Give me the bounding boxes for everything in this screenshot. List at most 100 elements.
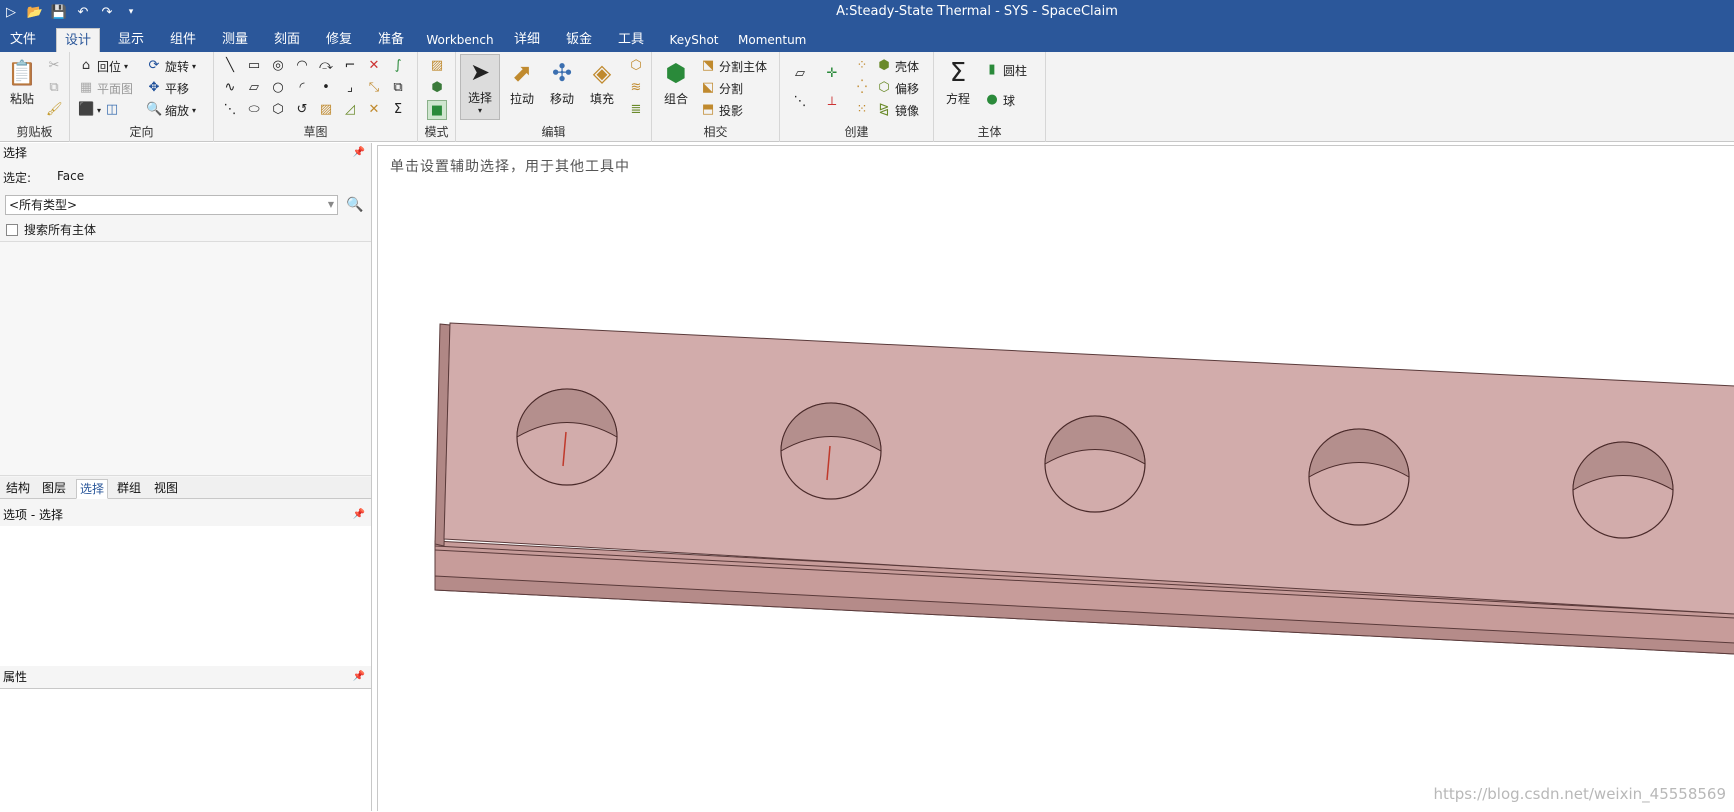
copy-icon[interactable]: ⧉ [46, 80, 62, 96]
pull-tool-button[interactable]: ⬈ 拉动 [502, 56, 542, 107]
circle-icon[interactable]: ◎ [268, 56, 288, 76]
tab-display[interactable]: 显示 [114, 28, 148, 52]
search-icon[interactable]: 🔍 [346, 195, 364, 215]
replace-icon[interactable]: ≋ [626, 78, 646, 98]
tangent-arc-icon[interactable]: ◜ [292, 78, 312, 98]
tab-workbench[interactable]: Workbench [426, 28, 494, 52]
hole[interactable] [780, 402, 882, 500]
tab-structure[interactable]: 结构 [3, 479, 33, 499]
tab-keyshot[interactable]: KeyShot [666, 28, 722, 52]
format-painter-icon[interactable]: 🖌 [46, 102, 63, 118]
tab-selection[interactable]: 选择 [76, 479, 109, 499]
face-curve-icon[interactable]: ▨ [316, 100, 336, 120]
hole[interactable] [1308, 428, 1410, 526]
origin-icon[interactable]: ✛ [822, 64, 842, 84]
construction-line-icon[interactable]: ⋱ [220, 100, 240, 120]
tab-design[interactable]: 设计 [56, 28, 100, 52]
pan-button[interactable]: ✥ 平移 [146, 78, 189, 98]
section-mode-icon[interactable]: ⬢ [427, 78, 447, 98]
home-button[interactable]: ⌂ 回位 ▾ [78, 56, 128, 76]
bend-icon[interactable]: ⌐ [340, 56, 360, 76]
circular-pattern-icon[interactable]: ⁛ [852, 78, 872, 98]
checkbox[interactable] [6, 223, 18, 236]
sketch-plane-icon[interactable]: ◿ [340, 100, 360, 120]
tab-momentum[interactable]: Momentum [738, 28, 806, 52]
tangent-line-icon[interactable]: ∿ [220, 78, 240, 98]
linear-pattern-icon[interactable]: ⁘ [852, 56, 872, 76]
chevron-down-icon: ▼ [327, 200, 334, 209]
plane-icon[interactable]: ▱ [790, 64, 810, 84]
watermark: https://blog.csdn.net/weixin_45558569 [1433, 785, 1726, 803]
offset-curve-icon[interactable]: ⤡ [364, 78, 384, 98]
tab-repair[interactable]: 修复 [322, 28, 356, 52]
plan-view-button[interactable]: ▦ 平面图 [78, 78, 133, 98]
fill-tool-button[interactable]: ◈ 填充 [582, 56, 622, 107]
tab-measure[interactable]: 测量 [218, 28, 252, 52]
spline-icon[interactable]: ∫ [388, 56, 408, 76]
tab-sheet-metal[interactable]: 钣金 [562, 28, 596, 52]
move-tool-button[interactable]: ✣ 移动 [542, 56, 582, 107]
polygon-icon[interactable]: ⬡ [268, 100, 288, 120]
3d-viewport[interactable]: 单击设置辅助选择，用于其他工具中 https://blog.csdn.net/w… [377, 145, 1734, 811]
paste-button[interactable]: 📋 粘贴 [2, 56, 42, 107]
cylinder-icon: ▮ [988, 62, 996, 77]
point-icon[interactable]: • [316, 78, 336, 98]
sphere-button[interactable]: ● 球 [984, 90, 1015, 110]
combine-button[interactable]: ⬢ 组合 [656, 56, 696, 107]
sweep-arc-icon[interactable]: ⤼ [316, 56, 336, 76]
coordinate-system-icon[interactable]: ⟂ [822, 92, 842, 112]
shell-button[interactable]: ⬢ 壳体 [876, 56, 919, 76]
tab-assembly[interactable]: 组件 [166, 28, 200, 52]
tab-layers[interactable]: 图层 [39, 479, 69, 499]
view-cube-button[interactable]: ⬛ ▾ ◫ [78, 100, 120, 120]
ellipse-icon[interactable]: ⬭ [244, 100, 264, 120]
project-curve-icon[interactable]: ⧉ [388, 78, 408, 98]
tweak-face-icon[interactable]: ≣ [626, 100, 646, 120]
three-point-rectangle-icon[interactable]: ▱ [244, 78, 264, 98]
line-icon[interactable]: ╲ [220, 56, 240, 76]
zoom-button[interactable]: 🔍 缩放 ▾ [146, 100, 196, 120]
rectangle-icon[interactable]: ▭ [244, 56, 264, 76]
tab-detail[interactable]: 详细 [510, 28, 544, 52]
model-view[interactable] [378, 146, 1734, 812]
tab-groups[interactable]: 群组 [114, 479, 144, 499]
type-filter-dropdown[interactable]: <所有类型> ▼ [5, 195, 338, 215]
fill-pattern-icon[interactable]: ⁙ [852, 100, 872, 120]
three-point-circle-icon[interactable]: ○ [268, 78, 288, 98]
hole[interactable] [1044, 415, 1146, 513]
mirror-button[interactable]: ⧎ 镜像 [876, 100, 919, 120]
tab-file[interactable]: 文件 [6, 28, 40, 52]
arc-icon[interactable]: ◠ [292, 56, 312, 76]
tab-facets[interactable]: 刻面 [270, 28, 304, 52]
selection-results-list[interactable] [0, 241, 371, 476]
axis-icon[interactable]: ⋱ [790, 92, 810, 112]
tab-tools[interactable]: 工具 [614, 28, 648, 52]
selected-row: 选定: Face [3, 169, 85, 185]
split-button[interactable]: ⬕ 分割 [700, 78, 743, 98]
pin-icon[interactable]: 📌 [353, 667, 365, 687]
cut-icon[interactable]: ✂ [46, 58, 62, 74]
search-all-bodies-checkbox[interactable]: 搜索所有主体 [6, 221, 96, 238]
pin-icon[interactable]: 📌 [353, 143, 365, 163]
sketch-mode-icon[interactable]: ▨ [427, 56, 447, 76]
mirror-icon: ⧎ [878, 102, 890, 117]
split-line-icon[interactable]: ✕ [364, 100, 384, 120]
split-body-button[interactable]: ⬔ 分割主体 [700, 56, 767, 76]
hole[interactable] [1572, 441, 1674, 539]
hole[interactable] [516, 388, 618, 486]
offset-button[interactable]: ⬡ 偏移 [876, 78, 919, 98]
blend-icon[interactable]: ⬡ [626, 56, 646, 76]
corner-icon[interactable]: ⌟ [340, 78, 360, 98]
equation-curve-icon[interactable]: Σ [388, 100, 408, 120]
pin-icon[interactable]: 📌 [353, 505, 365, 525]
swept-arc-icon[interactable]: ↺ [292, 100, 312, 120]
cylinder-button[interactable]: ▮ 圆柱 [984, 60, 1027, 80]
trim-icon[interactable]: ✕ [364, 56, 384, 76]
tab-views[interactable]: 视图 [151, 479, 181, 499]
select-tool-button[interactable]: ➤ 选择 ▾ [460, 54, 500, 120]
rotate-button[interactable]: ⟳ 旋转 ▾ [146, 56, 196, 76]
equation-button[interactable]: Σ 方程 [938, 56, 978, 107]
project-button[interactable]: ⬒ 投影 [700, 100, 743, 120]
tab-prepare[interactable]: 准备 [374, 28, 408, 52]
3d-mode-icon[interactable]: ■ [427, 100, 447, 120]
